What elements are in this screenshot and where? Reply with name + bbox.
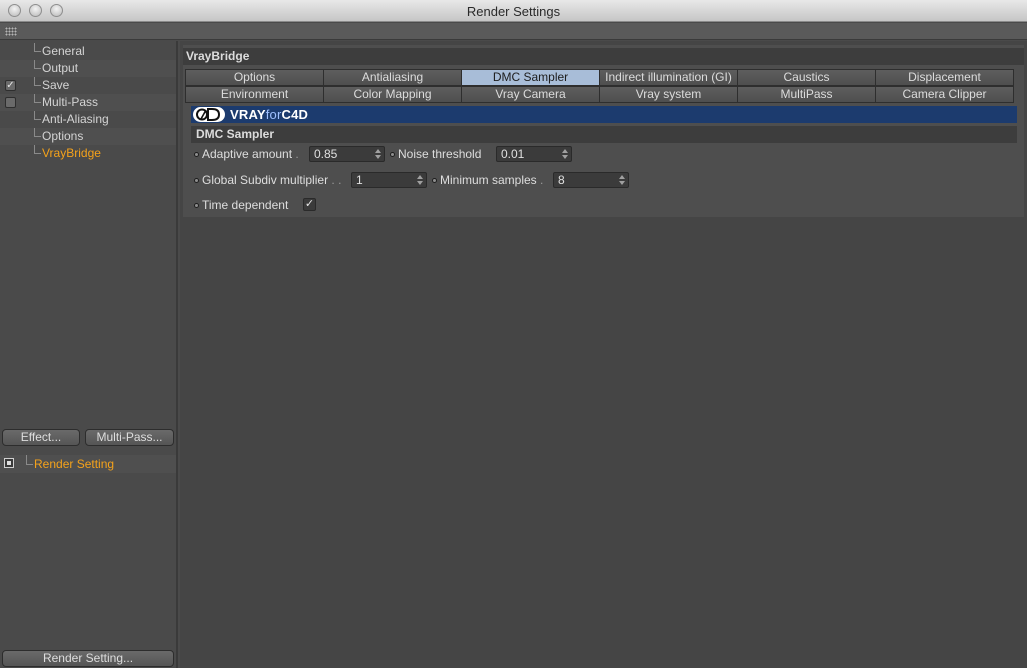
section-title: VrayBridge: [183, 48, 1024, 65]
tree-connector: [34, 94, 41, 103]
tree-connector: [34, 77, 41, 86]
render-setting-button[interactable]: Render Setting...: [2, 650, 174, 667]
sidebar-item-vraybridge[interactable]: VrayBridge: [0, 145, 176, 162]
global-subdiv-input[interactable]: 1: [351, 172, 427, 188]
window-titlebar: Render Settings: [0, 0, 1027, 22]
tab-color-mapping[interactable]: Color Mapping: [323, 86, 462, 103]
render-setting-item[interactable]: Render Setting: [0, 455, 176, 473]
render-setting-icon: [4, 458, 14, 468]
vraybridge-section: VrayBridge Options Antialiasing DMC Samp…: [183, 45, 1024, 217]
adaptive-amount-label: Adaptive amount .: [202, 146, 299, 162]
tab-caustics[interactable]: Caustics: [737, 69, 876, 86]
tab-dmc-sampler[interactable]: DMC Sampler: [461, 69, 600, 86]
label-dots: .: [295, 147, 299, 161]
sidebar: General Output ✓ Save Multi-Pass Anti-Al…: [0, 41, 178, 668]
brand-vray: VRAY: [230, 107, 266, 122]
tree-connector: [34, 43, 41, 52]
noise-threshold-value: 0.01: [501, 147, 525, 161]
sidebar-item-label: Anti-Aliasing: [42, 112, 109, 126]
tab-antialiasing[interactable]: Antialiasing: [323, 69, 462, 86]
time-dependent-checkbox[interactable]: ✓: [303, 198, 316, 211]
tab-vray-camera[interactable]: Vray Camera: [461, 86, 600, 103]
settings-tree: General Output ✓ Save Multi-Pass Anti-Al…: [0, 43, 176, 162]
minimum-samples-label: Minimum samples .: [440, 172, 543, 188]
sidebar-item-options[interactable]: Options: [0, 128, 176, 145]
adaptive-amount-text: Adaptive amount: [202, 147, 293, 161]
save-checkbox[interactable]: ✓: [5, 80, 16, 91]
label-dots: .: [540, 173, 544, 187]
sidebar-item-label: Options: [42, 129, 84, 143]
sidebar-item-label: General: [42, 44, 85, 58]
minimum-samples-text: Minimum samples: [440, 173, 537, 187]
noise-threshold-label: Noise threshold: [398, 147, 482, 161]
minimum-samples-value: 8: [558, 173, 565, 187]
param-bullet-icon[interactable]: [194, 178, 199, 183]
render-setting-label: Render Setting: [34, 457, 115, 471]
spinner-arrows-icon[interactable]: [562, 149, 568, 159]
tree-connector: [26, 455, 33, 465]
sidebar-item-save[interactable]: ✓ Save: [0, 77, 176, 94]
toolbar-strip: [0, 23, 1027, 40]
dmc-sampler-header: DMC Sampler: [191, 126, 1017, 143]
grip-handle-icon[interactable]: [5, 27, 17, 36]
sidebar-item-label: VrayBridge: [42, 146, 101, 160]
param-bullet-icon[interactable]: [432, 178, 437, 183]
tab-indirect-illumination[interactable]: Indirect illumination (GI): [599, 69, 738, 86]
multi-pass-button[interactable]: Multi-Pass...: [85, 429, 174, 446]
sidebar-item-anti-aliasing[interactable]: Anti-Aliasing: [0, 111, 176, 128]
tree-connector: [34, 128, 41, 137]
tab-environment[interactable]: Environment: [185, 86, 324, 103]
time-dependent-label: Time dependent: [202, 198, 289, 212]
minimum-samples-input[interactable]: 8: [553, 172, 629, 188]
adaptive-amount-input[interactable]: 0.85: [309, 146, 385, 162]
vray-for-c4d-logo: VRAYforC4D: [230, 106, 308, 123]
adaptive-amount-value: 0.85: [314, 147, 338, 161]
brand-for: for: [265, 107, 282, 122]
tree-connector: [34, 60, 41, 69]
sidebar-item-label: Multi-Pass: [42, 95, 99, 109]
c4d-logo-icon: [193, 107, 225, 122]
multi-pass-checkbox[interactable]: [5, 97, 16, 108]
global-subdiv-text: Global Subdiv multiplier: [202, 173, 329, 187]
spinner-arrows-icon[interactable]: [417, 175, 423, 185]
sidebar-item-output[interactable]: Output: [0, 60, 176, 77]
sidebar-item-multi-pass[interactable]: Multi-Pass: [0, 94, 176, 111]
spinner-arrows-icon[interactable]: [619, 175, 625, 185]
vray-banner: VRAYforC4D: [191, 106, 1017, 123]
tab-vray-system[interactable]: Vray system: [599, 86, 738, 103]
sidebar-item-label: Save: [42, 78, 70, 92]
sidebar-item-label: Output: [42, 61, 79, 75]
spinner-arrows-icon[interactable]: [375, 149, 381, 159]
tab-camera-clipper[interactable]: Camera Clipper: [875, 86, 1014, 103]
tree-connector: [34, 145, 41, 154]
global-subdiv-value: 1: [356, 173, 363, 187]
tree-connector: [34, 111, 41, 120]
noise-threshold-input[interactable]: 0.01: [496, 146, 572, 162]
effect-button[interactable]: Effect...: [2, 429, 80, 446]
global-subdiv-label: Global Subdiv multiplier . .: [202, 172, 341, 188]
param-bullet-icon[interactable]: [194, 152, 199, 157]
window-title: Render Settings: [466, 4, 561, 19]
tab-options[interactable]: Options: [185, 69, 324, 86]
label-dots: . .: [331, 173, 342, 187]
param-bullet-icon[interactable]: [194, 203, 199, 208]
tab-multipass[interactable]: MultiPass: [737, 86, 876, 103]
brand-c4d: C4D: [281, 107, 309, 122]
main-panel: VrayBridge Options Antialiasing DMC Samp…: [180, 41, 1027, 668]
tab-displacement[interactable]: Displacement: [875, 69, 1014, 86]
sidebar-item-general[interactable]: General: [0, 43, 176, 60]
param-bullet-icon[interactable]: [390, 152, 395, 157]
